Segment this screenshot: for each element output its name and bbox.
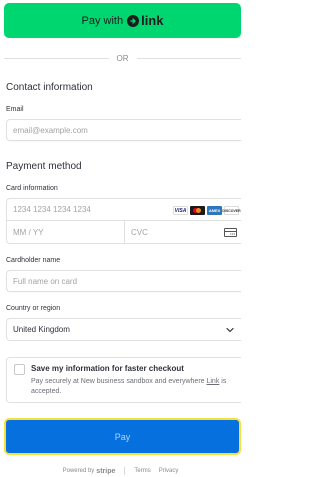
card-information-label: Card information [6,185,58,192]
pay-with-label: Pay with [81,14,124,27]
expiry-date-input[interactable]: MM / YY [6,220,125,244]
contact-information-heading: Contact information [6,82,93,93]
card-number-placeholder: 1234 1234 1234 1234 [13,205,91,214]
cvc-icon-text: 123 [229,232,235,236]
amex-icon: AMEX [207,206,222,215]
or-divider: OR [4,52,241,64]
pay-with-link-button[interactable]: Pay with link [4,3,241,38]
footer-separator [124,467,126,475]
email-label: Email [6,106,24,113]
visa-icon: VISA [173,206,188,215]
payment-method-heading: Payment method [6,161,82,172]
save-information-title: Save my information for faster checkout [31,364,184,373]
cvc-placeholder: CVC [131,227,148,237]
link-info-link[interactable]: Link [206,378,219,385]
country-label: Country or region [6,305,61,312]
discover-icon: DISCOVER [222,206,241,215]
divider-line-left [4,57,109,59]
card-number-input[interactable]: 1234 1234 1234 1234 VISA AMEX DISCOVER [6,198,241,221]
privacy-link[interactable]: Privacy [159,468,179,474]
link-wordmark: link [141,13,164,28]
country-select[interactable]: United Kingdom [6,318,241,341]
card-information-group: 1234 1234 1234 1234 VISA AMEX DISCOVER M… [6,198,241,244]
country-value: United Kingdom [13,325,70,334]
pay-button-label: Pay [114,431,131,442]
stripe-logo: stripe [96,467,116,475]
cvc-input[interactable]: CVC 123 [124,220,241,244]
divider-line-right [136,57,241,59]
mastercard-icon [190,206,205,215]
cvc-card-icon: 123 [224,228,237,237]
save-information-description: Pay securely at New business sandbox and… [31,377,239,397]
save-desc-text: Pay securely at New business sandbox and… [31,378,207,385]
powered-by-text: Powered by [62,468,95,474]
save-information-checkbox[interactable] [14,364,25,375]
save-information-box: Save my information for faster checkout … [6,357,241,403]
pay-button[interactable]: Pay [4,418,241,455]
link-arrow-icon [127,14,140,27]
cardholder-name-label: Cardholder name [6,257,61,264]
chevron-down-icon [226,327,234,333]
or-text: OR [116,53,129,63]
cardholder-name-field[interactable]: Full name on card [6,270,241,292]
email-field[interactable]: email@example.com [6,119,241,141]
terms-link[interactable]: Terms [134,468,150,474]
card-brands: VISA AMEX DISCOVER [173,206,241,215]
footer: Powered by stripe Terms Privacy [0,466,241,476]
